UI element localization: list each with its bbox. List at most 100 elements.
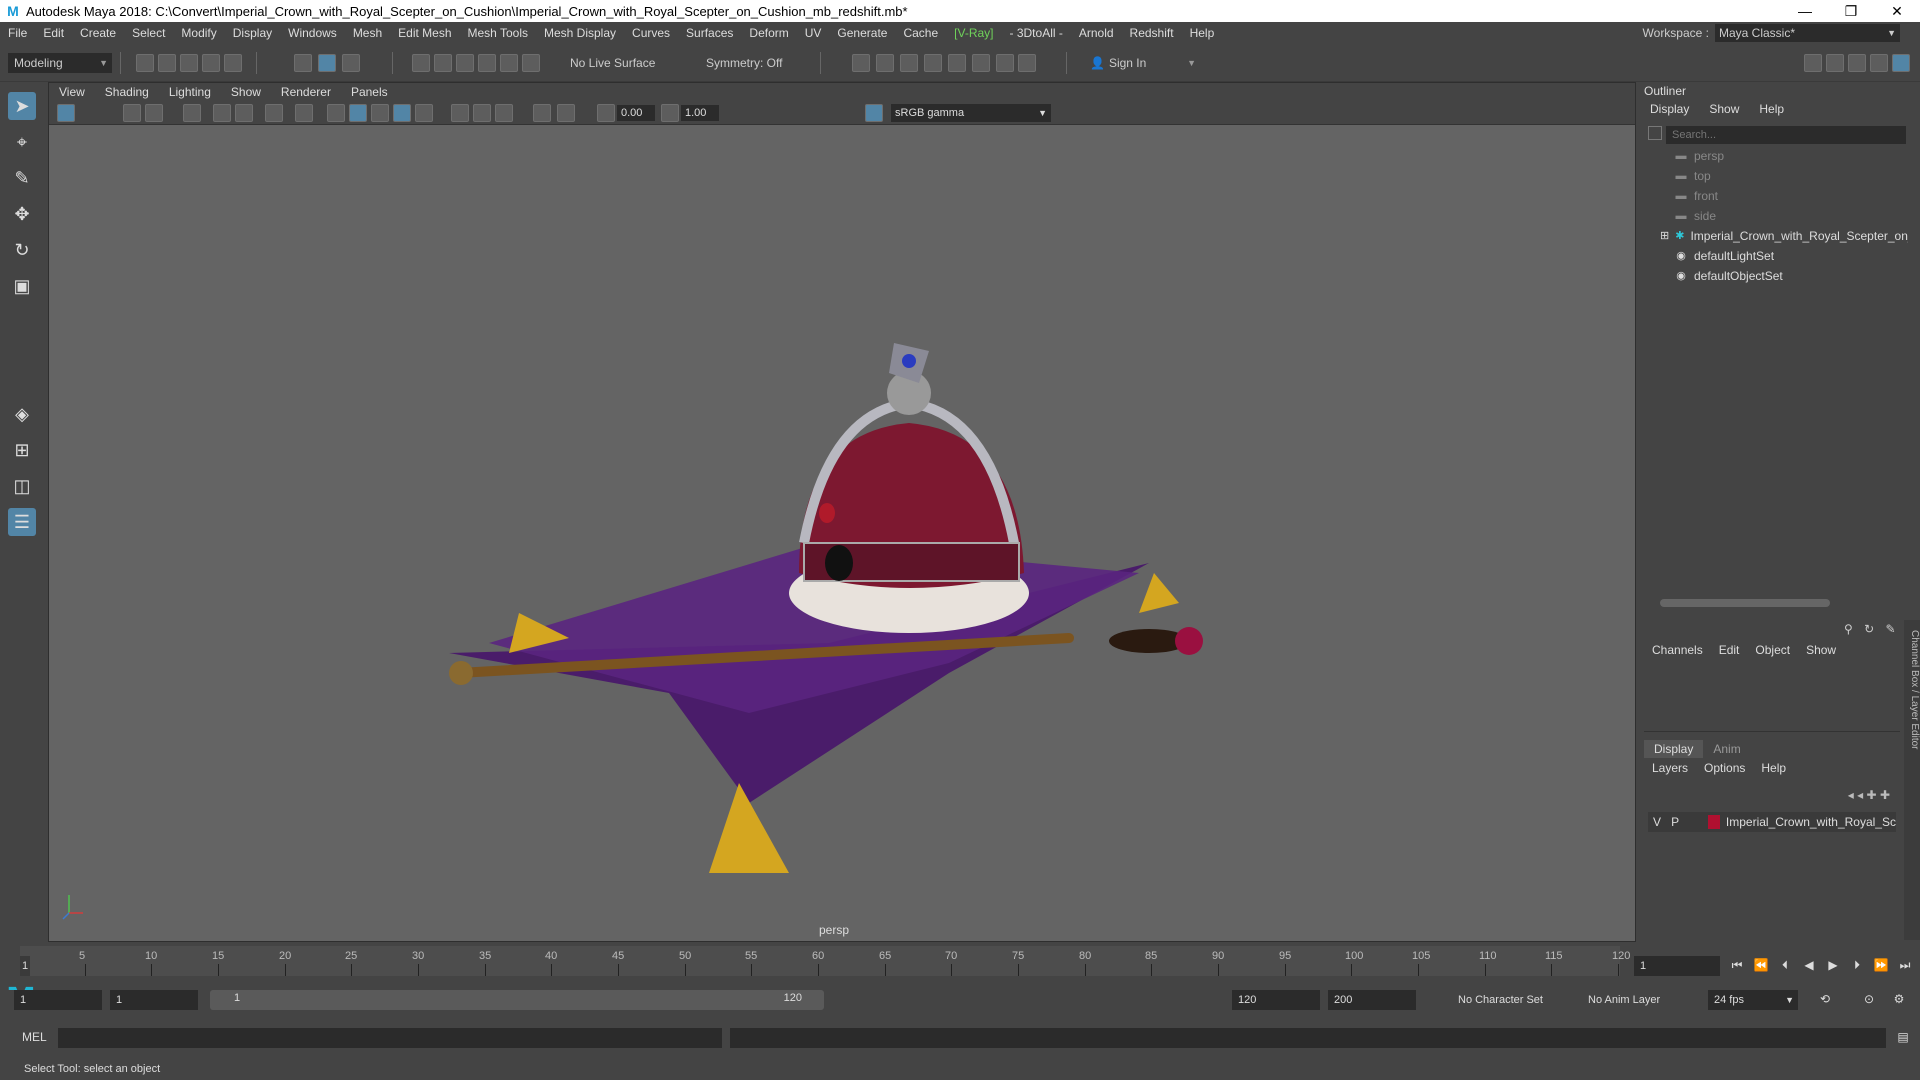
select-hierarchy-icon[interactable] (294, 54, 312, 72)
open-scene-icon[interactable] (158, 54, 176, 72)
pause-ipr-icon[interactable] (1018, 54, 1036, 72)
tool-settings-icon[interactable] (1848, 54, 1866, 72)
current-frame-marker[interactable]: 1 (20, 956, 30, 976)
menu-cache[interactable]: Cache (895, 26, 946, 40)
refresh-icon[interactable]: ↻ (1864, 622, 1874, 636)
select-tool-icon[interactable]: ➤ (8, 92, 36, 120)
scene-start-field[interactable]: 1 (14, 990, 102, 1010)
ambient-occlusion-icon[interactable] (473, 104, 491, 122)
range-slider[interactable]: 1 120 (210, 990, 824, 1010)
snap-vertex-icon[interactable] (522, 54, 540, 72)
mel-input[interactable] (58, 1028, 722, 1048)
select-object-icon[interactable] (318, 54, 336, 72)
single-pane-layout-icon[interactable]: ◈ (8, 400, 36, 428)
edit-icon[interactable]: ✎ (1886, 622, 1896, 636)
snap-surface-icon[interactable] (500, 54, 518, 72)
playback-end-field[interactable]: 120 (1232, 990, 1320, 1010)
exposure-field[interactable]: 0.00 (617, 105, 655, 121)
channel-box-side-tab[interactable]: Channel Box / Layer Editor (1904, 620, 1920, 940)
workspace-combo[interactable]: Maya Classic* ▼ (1715, 24, 1900, 42)
save-scene-icon[interactable] (180, 54, 198, 72)
menu-3dtoall[interactable]: - 3DtoAll - (1002, 26, 1071, 40)
expand-icon[interactable]: ⊞ (1660, 229, 1669, 243)
film-gate-icon[interactable] (213, 104, 231, 122)
menu-curves[interactable]: Curves (624, 26, 678, 40)
layer-menu-help[interactable]: Help (1753, 761, 1794, 775)
filter-icon[interactable] (1648, 126, 1662, 140)
outliner-item-crown-group[interactable]: ⊞ ✱ Imperial_Crown_with_Royal_Scepter_on_ (1648, 226, 1908, 246)
light-editor-icon[interactable] (996, 54, 1014, 72)
menu-mesh-tools[interactable]: Mesh Tools (460, 26, 536, 40)
wireframe-icon[interactable] (327, 104, 345, 122)
new-layer-icon[interactable]: ✚ (1867, 788, 1877, 802)
viewport-menu-panels[interactable]: Panels (341, 85, 398, 99)
shadows-icon[interactable] (451, 104, 469, 122)
outliner-item-side[interactable]: ▬ side (1648, 206, 1908, 226)
channel-box-icon[interactable] (1870, 54, 1888, 72)
paint-select-tool-icon[interactable]: ✎ (8, 164, 36, 192)
smooth-shade-icon[interactable] (349, 104, 367, 122)
minimize-button[interactable]: — (1782, 0, 1828, 22)
resolution-gate-icon[interactable] (235, 104, 253, 122)
viewport-menu-renderer[interactable]: Renderer (271, 85, 341, 99)
outliner-vscrollbar[interactable] (1908, 146, 1918, 586)
redo-icon[interactable] (224, 54, 242, 72)
render-frame-icon[interactable] (852, 54, 870, 72)
outliner-item-default-light-set[interactable]: ◉ defaultLightSet (1648, 246, 1908, 266)
tab-anim[interactable]: Anim (1703, 740, 1750, 758)
step-forward-key-icon[interactable]: ⏩ (1872, 956, 1890, 974)
menu-help[interactable]: Help (1182, 26, 1223, 40)
render-sequence-icon[interactable] (876, 54, 894, 72)
outliner-item-default-object-set[interactable]: ◉ defaultObjectSet (1648, 266, 1908, 286)
step-back-key-icon[interactable]: ⏪ (1752, 956, 1770, 974)
viewport-menu-lighting[interactable]: Lighting (159, 85, 221, 99)
attribute-editor-icon[interactable] (1826, 54, 1844, 72)
layer-playback-toggle[interactable]: P (1666, 815, 1684, 829)
rotate-tool-icon[interactable]: ↻ (8, 236, 36, 264)
select-component-icon[interactable] (342, 54, 360, 72)
default-material-icon[interactable] (371, 104, 389, 122)
restore-button[interactable]: ❐ (1828, 0, 1874, 22)
layer-visibility-toggle[interactable]: V (1648, 815, 1666, 829)
menu-select[interactable]: Select (124, 26, 173, 40)
menu-edit[interactable]: Edit (35, 26, 72, 40)
fps-dropdown[interactable]: 24 fps ▼ (1708, 990, 1798, 1010)
script-editor-icon[interactable]: ▤ (1894, 1028, 1912, 1046)
safe-action-icon[interactable] (295, 104, 313, 122)
layer-menu-options[interactable]: Options (1696, 761, 1753, 775)
gamma-field[interactable]: 1.00 (681, 105, 719, 121)
key-icon[interactable]: ⚲ (1844, 622, 1853, 636)
view-transform-dropdown[interactable]: sRGB gamma ▼ (891, 104, 1051, 122)
menu-create[interactable]: Create (72, 26, 124, 40)
time-ruler[interactable]: 5 10 15 20 25 30 35 40 45 50 55 60 65 70 75 80 85 90 95 100… (20, 946, 1630, 976)
snap-view-icon[interactable] (478, 54, 496, 72)
hypershade-icon[interactable] (948, 54, 966, 72)
scene-end-field[interactable]: 200 (1328, 990, 1416, 1010)
menu-arnold[interactable]: Arnold (1071, 26, 1122, 40)
snap-grid-icon[interactable] (412, 54, 430, 72)
outliner-item-persp[interactable]: ▬ persp (1648, 146, 1908, 166)
go-to-start-icon[interactable]: ⏮ (1728, 956, 1746, 974)
grid-icon[interactable] (183, 104, 201, 122)
channel-menu-edit[interactable]: Edit (1711, 643, 1748, 657)
anim-layer-dropdown[interactable]: No Anim Layer (1582, 990, 1682, 1010)
outliner-search-input[interactable] (1666, 126, 1906, 144)
xray-icon[interactable] (557, 104, 575, 122)
mel-label[interactable]: MEL (22, 1030, 47, 1044)
auto-key-icon[interactable]: ⊙ (1860, 990, 1878, 1008)
new-scene-icon[interactable] (136, 54, 154, 72)
scale-tool-icon[interactable]: ▣ (8, 272, 36, 300)
two-pane-layout-icon[interactable]: ◫ (8, 472, 36, 500)
viewport-menu-shading[interactable]: Shading (95, 85, 159, 99)
outliner-layout-icon[interactable]: ☰ (8, 508, 36, 536)
gamma-icon[interactable] (661, 104, 679, 122)
layer-name[interactable]: Imperial_Crown_with_Royal_Sc (1726, 815, 1896, 829)
lasso-tool-icon[interactable]: ⌖ (8, 128, 36, 156)
menu-windows[interactable]: Windows (280, 26, 345, 40)
layer-row[interactable]: V P Imperial_Crown_with_Royal_Sc (1648, 812, 1896, 832)
undo-icon[interactable] (202, 54, 220, 72)
animation-prefs-icon[interactable]: ⚙ (1890, 990, 1908, 1008)
menu-mesh-display[interactable]: Mesh Display (536, 26, 624, 40)
use-lights-icon[interactable] (415, 104, 433, 122)
menu-generate[interactable]: Generate (829, 26, 895, 40)
